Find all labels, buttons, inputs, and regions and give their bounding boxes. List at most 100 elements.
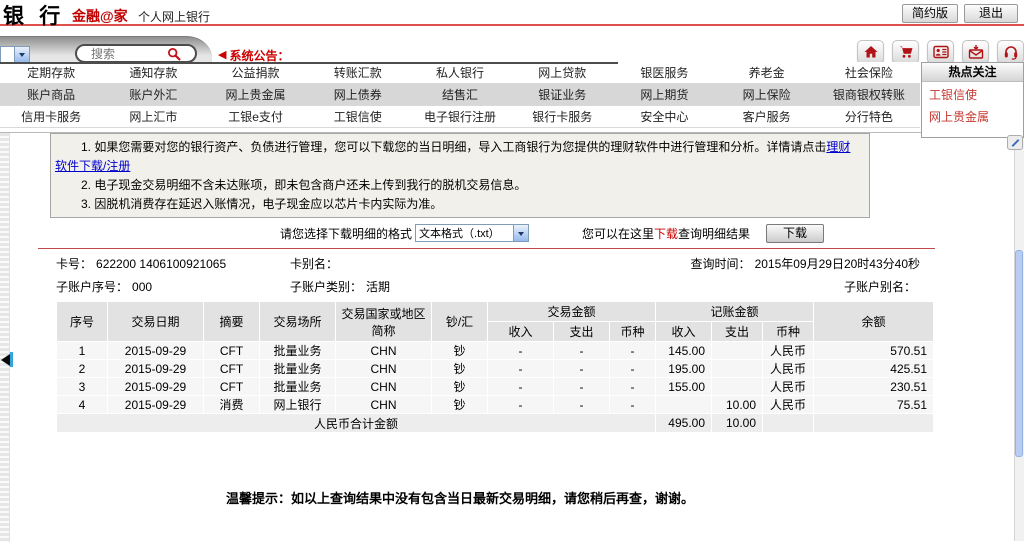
search-icon[interactable] (167, 47, 181, 61)
nav-item[interactable]: 公益捐款 (204, 62, 306, 83)
red-divider (38, 248, 935, 249)
total-balance-empty (814, 414, 933, 432)
table-cell: 2 (57, 360, 107, 377)
col-book-income: 收入 (656, 322, 711, 341)
nav-item[interactable]: 工银信使 (307, 106, 409, 127)
nav-item[interactable]: 安全中心 (613, 106, 715, 127)
table-total-row: 人民币合计金额 495.00 10.00 (57, 414, 933, 432)
download-button[interactable]: 下载 (766, 224, 824, 243)
nav-item[interactable]: 网上汇市 (102, 106, 204, 127)
service-button[interactable] (997, 40, 1024, 64)
scrollbar-thumb[interactable] (1015, 250, 1023, 457)
nav-item[interactable]: 银商银权转账 (818, 84, 920, 105)
table-cell: 人民币 (763, 396, 813, 413)
table-cell: 钞 (432, 378, 487, 395)
table-cell: 155.00 (656, 378, 711, 395)
nav-row: 账户商品账户外汇网上贵金属网上债券结售汇银证业务网上期货网上保险银商银权转账 (0, 84, 920, 106)
table-cell: CFT (204, 378, 259, 395)
download-link[interactable]: 下载 (654, 225, 678, 242)
table-cell: 人民币 (763, 360, 813, 377)
sub-account-type-value: 活期 (366, 280, 390, 294)
search-box[interactable] (75, 44, 197, 63)
nav-item[interactable]: 账户外汇 (102, 84, 204, 105)
nav-row: 信用卡服务网上汇市工银e支付工银信使电子银行注册银行卡服务安全中心客户服务分行特… (0, 106, 920, 128)
table-cell: 195.00 (656, 360, 711, 377)
col-cash: 钞/汇 (432, 302, 487, 341)
total-currency-empty (763, 414, 813, 432)
hot-panel-title: 热点关注 (922, 63, 1023, 82)
home-icon (863, 44, 879, 60)
sub-account-type-field: 子账户类别：活期 (290, 278, 390, 295)
nav-item[interactable]: 通知存款 (102, 62, 204, 83)
nav-item[interactable]: 网上期货 (613, 84, 715, 105)
footer-note: 温馨提示：如以上查询结果中没有包含当日最新交易明细，请您稍后再查，谢谢。 (0, 488, 920, 507)
table-cell: 4 (57, 396, 107, 413)
nav-item[interactable]: 银行卡服务 (511, 106, 613, 127)
col-date: 交易日期 (108, 302, 203, 341)
table-cell: - (554, 378, 609, 395)
nav-item[interactable]: 转账汇款 (307, 62, 409, 83)
nav-item[interactable]: 工银e支付 (204, 106, 306, 127)
card-alias-field: 卡别名： (290, 255, 342, 272)
nav-item[interactable]: 网上贷款 (511, 62, 613, 83)
collapse-sidebar-arrow[interactable] (1, 354, 10, 366)
nav-item[interactable]: 结售汇 (409, 84, 511, 105)
simple-version-button[interactable]: 简约版 (902, 4, 958, 23)
nav-item[interactable]: 银医服务 (613, 62, 715, 83)
sub-account-seq-value: 000 (132, 280, 152, 294)
table-cell: - (488, 378, 553, 395)
format-select[interactable]: 文本格式（.txt） (415, 224, 529, 242)
hot-panel-item[interactable]: 工银信使 (922, 82, 1023, 104)
download-hint-prefix: 您可以在这里 (582, 225, 654, 242)
inbox-button[interactable] (962, 40, 989, 64)
col-txn-amount-group: 交易金额 (488, 302, 655, 321)
hot-panel-item[interactable]: 网上贵金属 (922, 104, 1023, 126)
contacts-button[interactable] (927, 40, 954, 64)
col-summary: 摘要 (204, 302, 259, 341)
col-place: 交易场所 (260, 302, 335, 341)
nav-item[interactable]: 私人银行 (409, 62, 511, 83)
dropdown-arrow-icon[interactable] (14, 47, 29, 62)
nav-item[interactable]: 银证业务 (511, 84, 613, 105)
table-cell: 钞 (432, 342, 487, 359)
category-dropdown[interactable] (0, 46, 30, 63)
nav-menu: 定期存款通知存款公益捐款转账汇款私人银行网上贷款银医服务养老金社会保险账户商品账… (0, 62, 920, 128)
table-cell: CHN (336, 360, 431, 377)
table-cell: - (554, 360, 609, 377)
inbox-download-icon (968, 44, 984, 60)
select-arrow-icon[interactable] (513, 225, 528, 241)
download-format-label: 请您选择下载明细的格式 (280, 225, 412, 242)
headset-icon (1003, 44, 1019, 60)
site-subtitle: 个人网上银行 (138, 8, 210, 25)
cart-button[interactable] (892, 40, 919, 64)
logout-button[interactable]: 退出 (964, 4, 1018, 23)
nav-item[interactable]: 网上保险 (716, 84, 818, 105)
total-income: 495.00 (656, 414, 711, 432)
nav-item[interactable]: 账户商品 (0, 84, 102, 105)
notice-line-2: 2. 电子现金交易明细不含未达账项，即未包含商户还未上传到我行的脱机交易信息。 (55, 176, 861, 195)
search-input[interactable] (89, 46, 167, 62)
nav-item[interactable]: 定期存款 (0, 62, 102, 83)
sub-account-seq-label: 子账户序号： (56, 280, 128, 294)
notice-line-3: 3. 因脱机消费存在延迟入账情况，电子现金应以芯片卡内实际为准。 (55, 195, 861, 214)
table-cell: 批量业务 (260, 378, 335, 395)
query-time-field: 查询时间：2015年09月29日20时43分40秒 (691, 255, 920, 272)
nav-item[interactable]: 电子银行注册 (409, 106, 511, 127)
nav-item[interactable]: 网上贵金属 (204, 84, 306, 105)
nav-item[interactable]: 信用卡服务 (0, 106, 102, 127)
scroll-top-icon (1011, 139, 1019, 147)
table-cell: CFT (204, 360, 259, 377)
nav-item[interactable]: 网上债券 (307, 84, 409, 105)
nav-item[interactable]: 客户服务 (716, 106, 818, 127)
nav-item[interactable]: 分行特色 (818, 106, 920, 127)
collapse-accent (10, 352, 13, 367)
nav-item[interactable]: 养老金 (716, 62, 818, 83)
home-button[interactable] (857, 40, 884, 64)
nav-row: 定期存款通知存款公益捐款转账汇款私人银行网上贷款银医服务养老金社会保险 (0, 62, 920, 84)
nav-item[interactable]: 社会保险 (818, 62, 920, 83)
scroll-top-button[interactable] (1007, 135, 1023, 150)
col-seq: 序号 (57, 302, 107, 341)
table-cell: 人民币 (763, 342, 813, 359)
hot-panel: 热点关注 工银信使网上贵金属 (921, 62, 1024, 138)
table-cell: - (488, 396, 553, 413)
